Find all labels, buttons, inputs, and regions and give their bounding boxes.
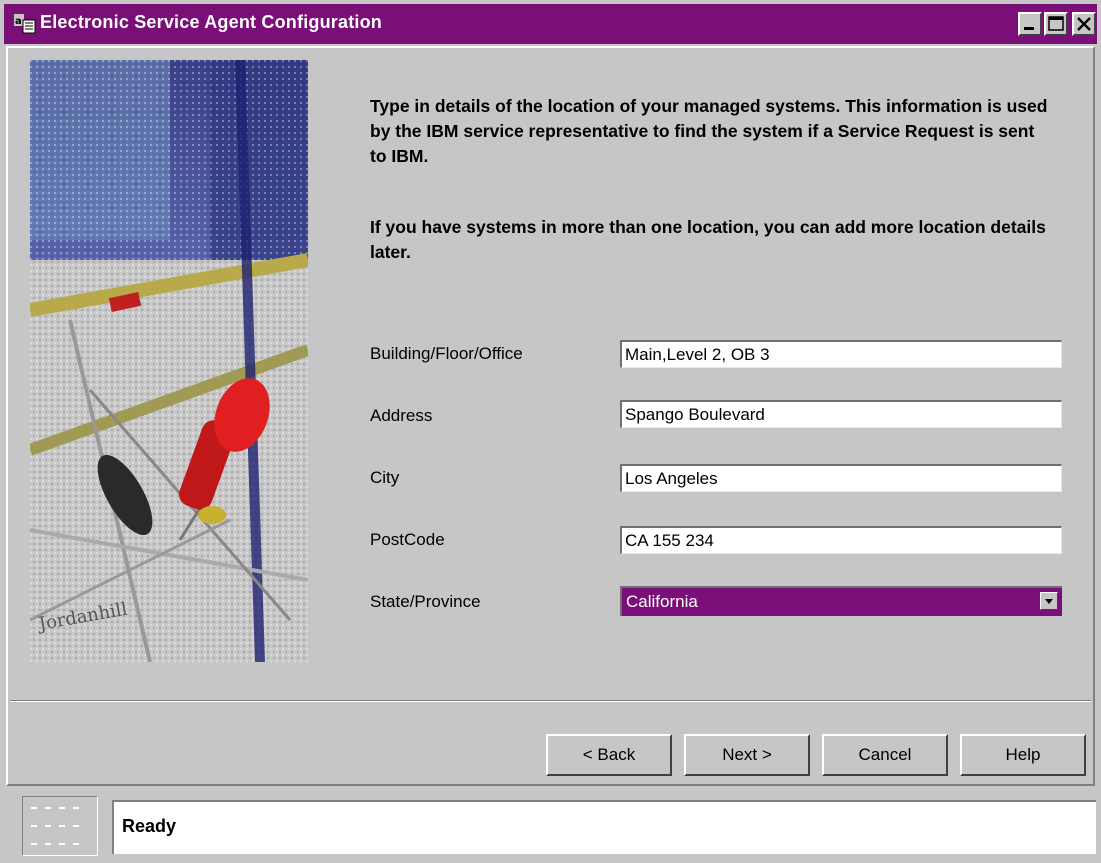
city-field[interactable] — [620, 464, 1062, 492]
maximize-button[interactable] — [1044, 12, 1068, 36]
window-title: Electronic Service Agent Configuration — [40, 12, 382, 32]
address-field[interactable] — [620, 400, 1062, 428]
close-button[interactable] — [1072, 12, 1096, 36]
back-button[interactable]: < Back — [546, 734, 672, 776]
postcode-label: PostCode — [370, 530, 445, 549]
maximize-icon — [1048, 16, 1064, 31]
intro-paragraph-2: If you have systems in more than one loc… — [370, 217, 1046, 262]
map-pushpin-image: Jordanhill — [30, 60, 308, 662]
state-select-value: California — [626, 592, 698, 611]
state-select[interactable]: California — [620, 586, 1062, 616]
app-icon: a — [14, 14, 36, 34]
minimize-button[interactable] — [1018, 12, 1042, 36]
cancel-button[interactable]: Cancel — [822, 734, 948, 776]
button-separator — [10, 700, 1091, 702]
chevron-down-icon[interactable] — [1040, 592, 1058, 610]
address-label: Address — [370, 406, 433, 425]
config-window: a Electronic Service Agent Configuration — [0, 0, 1101, 863]
status-grid-icon — [22, 796, 98, 856]
help-button[interactable]: Help — [960, 734, 1086, 776]
next-button[interactable]: Next > — [684, 734, 810, 776]
building-field[interactable] — [620, 340, 1062, 368]
status-text: Ready — [122, 816, 177, 836]
state-label: State/Province — [370, 592, 481, 611]
intro-paragraph-1: Type in details of the location of your … — [370, 96, 1048, 166]
building-label: Building/Floor/Office — [370, 344, 523, 363]
close-icon — [1077, 17, 1091, 31]
title-bar[interactable]: a Electronic Service Agent Configuration — [4, 4, 1097, 44]
status-message-box: Ready — [112, 800, 1096, 854]
minimize-icon — [1024, 27, 1034, 30]
postcode-field[interactable] — [620, 526, 1062, 554]
svg-text:a: a — [15, 16, 22, 27]
city-label: City — [370, 468, 400, 487]
